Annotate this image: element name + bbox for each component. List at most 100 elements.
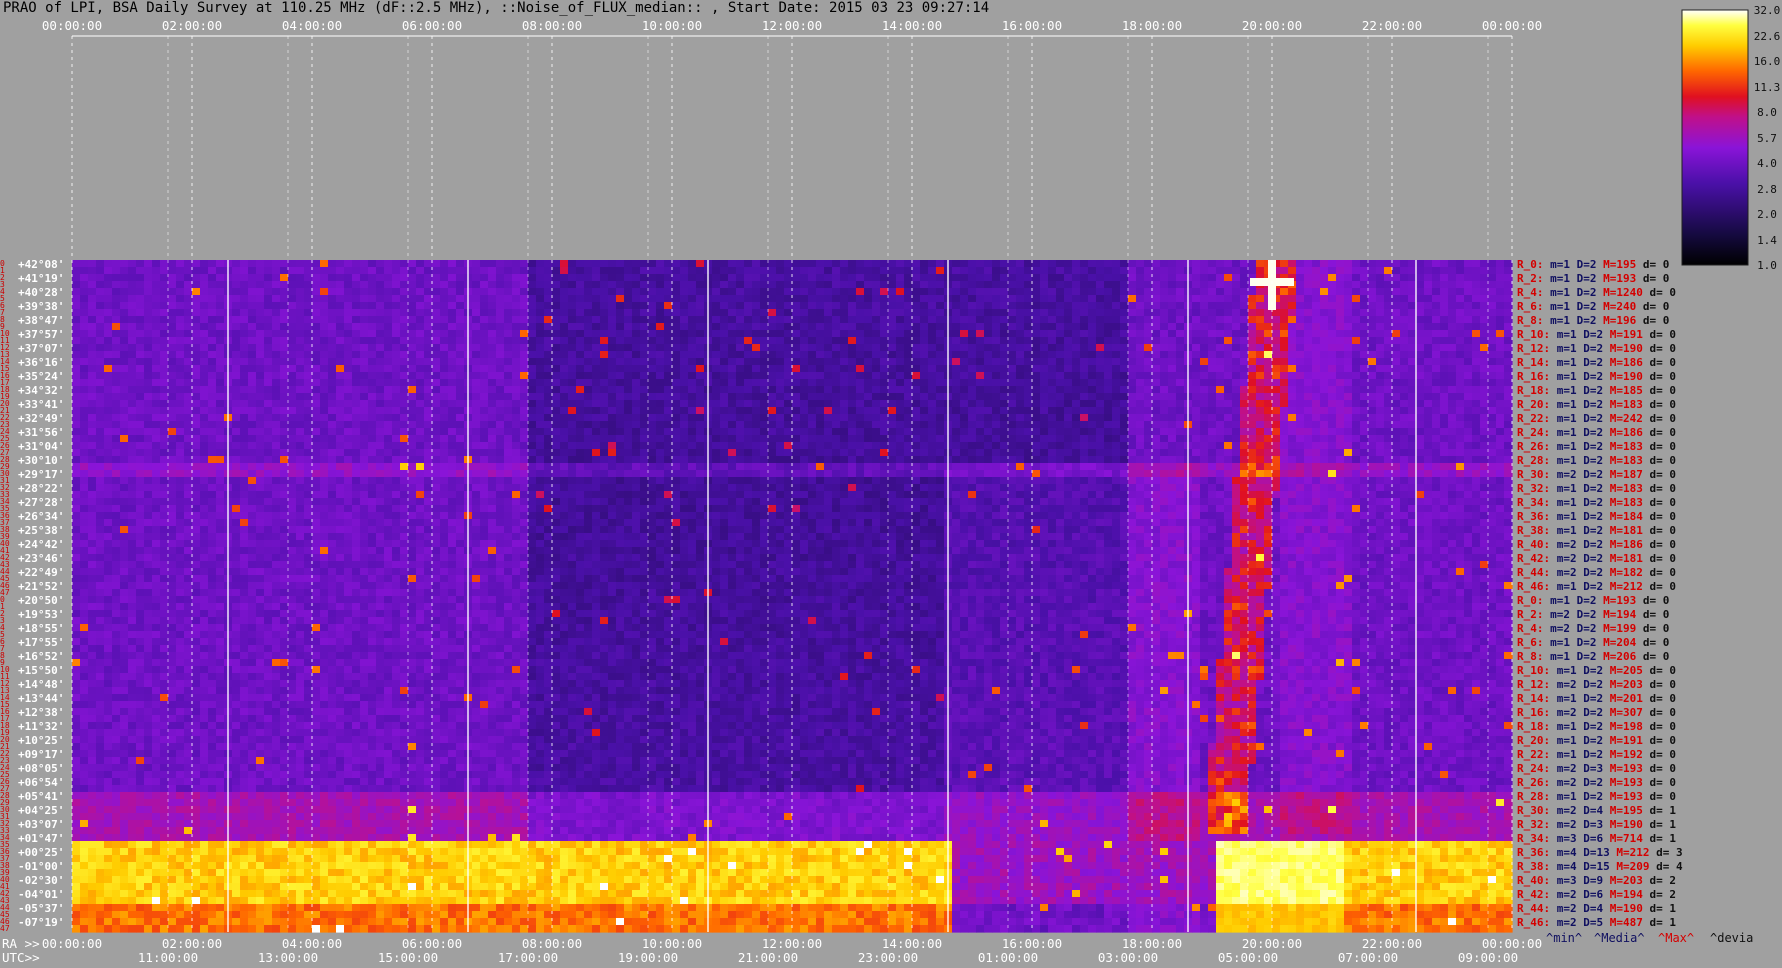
heat-cell [1032, 372, 1041, 380]
heat-cell [112, 330, 121, 338]
heat-cell [616, 309, 625, 317]
heat-cell [984, 344, 993, 352]
heat-cell [1360, 274, 1369, 282]
heat-cell [1128, 309, 1137, 317]
heat-cell [1208, 316, 1217, 324]
heat-cell [1016, 393, 1025, 401]
heat-cell [1432, 407, 1441, 415]
heat-cell [136, 302, 145, 310]
heat-cell [1448, 393, 1457, 401]
heat-cell [984, 449, 993, 457]
heat-cell [1168, 435, 1177, 443]
heat-cell [488, 372, 497, 380]
heat-cell [1160, 260, 1169, 268]
heat-cell [792, 267, 801, 275]
heat-cell [352, 309, 361, 317]
heat-cell [648, 435, 657, 443]
heat-cell [1072, 414, 1081, 422]
heat-cell [648, 295, 657, 303]
heat-cell [256, 442, 265, 450]
heat-cell [1312, 407, 1321, 415]
heat-cell [1352, 288, 1361, 296]
heat-cell [1248, 351, 1257, 359]
heat-cell [856, 323, 865, 331]
heat-cell [1320, 274, 1329, 282]
heat-cell [176, 302, 185, 310]
heat-cell [896, 302, 905, 310]
heat-cell [1080, 281, 1089, 289]
heat-cell [1016, 449, 1025, 457]
heat-cell [1288, 365, 1297, 373]
heat-cell [392, 309, 401, 317]
heat-cell [112, 435, 121, 443]
heat-cell [496, 414, 505, 422]
heat-cell [1024, 428, 1033, 436]
heat-cell [320, 421, 329, 429]
heat-cell [616, 442, 625, 450]
heat-cell [832, 295, 841, 303]
heat-cell [568, 260, 577, 268]
heat-cell [352, 379, 361, 387]
heat-cell [768, 386, 777, 394]
heat-cell [80, 323, 89, 331]
heat-cell [1088, 414, 1097, 422]
heat-cell [912, 302, 921, 310]
heat-cell [1416, 386, 1425, 394]
heat-cell [440, 344, 449, 352]
heat-cell [1152, 435, 1161, 443]
heat-cell [1248, 435, 1257, 443]
heat-cell [1440, 407, 1449, 415]
heat-cell [672, 274, 681, 282]
heat-cell [512, 274, 521, 282]
heat-cell [1176, 316, 1185, 324]
heat-cell [752, 344, 761, 352]
heat-cell [1416, 407, 1425, 415]
heat-cell [1016, 302, 1025, 310]
heat-cell [1504, 323, 1513, 331]
heat-cell [664, 267, 673, 275]
heat-cell [728, 330, 737, 338]
heat-cell [552, 260, 561, 268]
heat-cell [1400, 302, 1409, 310]
heat-cell [544, 393, 553, 401]
heat-cell [392, 267, 401, 275]
heat-cell [1008, 267, 1017, 275]
heat-cell [1200, 414, 1209, 422]
heat-cell [1280, 358, 1289, 366]
heat-cell [952, 309, 961, 317]
heat-cell [856, 393, 865, 401]
heat-cell [1432, 365, 1441, 373]
heat-cell [256, 365, 265, 373]
heat-cell [888, 393, 897, 401]
heat-cell [280, 393, 289, 401]
heat-cell [992, 379, 1001, 387]
heat-cell [1464, 435, 1473, 443]
heat-cell [96, 267, 105, 275]
heat-cell [176, 372, 185, 380]
heat-cell [744, 379, 753, 387]
heat-cell [424, 281, 433, 289]
heat-cell [968, 365, 977, 373]
heat-cell [256, 274, 265, 282]
heat-cell [456, 309, 465, 317]
heat-cell [352, 421, 361, 429]
heat-cell [616, 316, 625, 324]
heat-cell [1024, 323, 1033, 331]
heat-cell [696, 316, 705, 324]
heat-cell [1376, 323, 1385, 331]
heat-cell [1320, 309, 1329, 317]
heat-cell [296, 442, 305, 450]
heat-cell [1112, 323, 1121, 331]
heat-cell [1384, 260, 1393, 268]
heat-cell [248, 435, 257, 443]
heat-cell [488, 295, 497, 303]
heat-cell [1432, 428, 1441, 436]
heat-cell [1488, 267, 1497, 275]
heat-cell [1056, 295, 1065, 303]
heat-cell [1248, 330, 1257, 338]
heat-cell [1464, 281, 1473, 289]
heat-cell [648, 393, 657, 401]
heat-cell [416, 414, 425, 422]
heat-cell [1344, 267, 1353, 275]
heat-cell [840, 407, 849, 415]
